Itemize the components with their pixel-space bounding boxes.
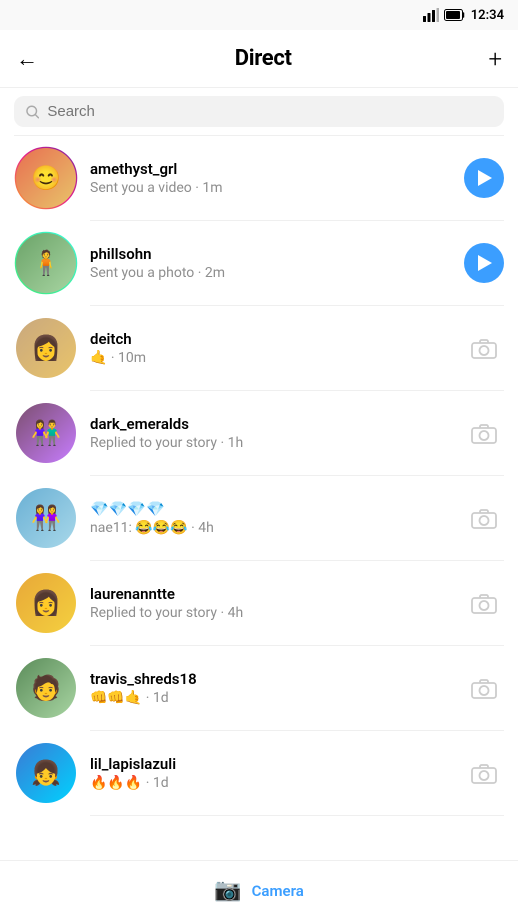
camera-button[interactable] [464,753,504,793]
page-title: Direct [235,46,292,71]
camera-button[interactable] [464,668,504,708]
message-preview: nae11: 😂😂😂 · 4h [90,520,464,536]
camera-button[interactable] [464,328,504,368]
message-content: phillsohn Sent you a photo · 2m [90,245,464,281]
message-content: travis_shreds18 👊👊🤙 · 1d [90,670,464,706]
message-content: deitch 🤙 · 10m [90,330,464,366]
search-input[interactable] [47,103,492,120]
message-list: 😊 amethyst_grl Sent you a video · 1m 🧍 phill… [0,136,518,854]
header: ← Direct + [0,30,518,88]
search-bar [0,88,518,135]
avatar-image: 👭 [16,488,76,548]
bottom-bar[interactable]: 📷 Camera [0,860,518,920]
avatar-image: 👧 [16,743,76,803]
message-username: amethyst_grl [90,160,464,178]
add-button[interactable]: + [488,45,502,73]
battery-icon [444,9,466,21]
camera-bottom-label: Camera [252,882,304,900]
message-content: lil_lapislazuli 🔥🔥🔥 · 1d [90,755,464,791]
search-icon [26,105,39,119]
message-username: lil_lapislazuli [90,755,464,773]
status-bar: 12:34 [0,0,518,30]
play-triangle-icon [478,170,492,186]
message-content: dark_emeralds Replied to your story · 1h [90,415,464,451]
camera-icon [471,422,497,444]
message-content: 💎💎💎💎 nae11: 😂😂😂 · 4h [90,500,464,536]
avatar-image: 🧑 [16,658,76,718]
list-item[interactable]: 🧍 phillsohn Sent you a photo · 2m [0,221,518,305]
message-preview: 👊👊🤙 · 1d [90,690,464,706]
message-preview: Sent you a video · 1m [90,180,464,196]
camera-bottom-icon: 📷 [214,878,241,903]
play-button[interactable] [464,243,504,283]
camera-icon [471,677,497,699]
list-item[interactable]: 🧑 travis_shreds18 👊👊🤙 · 1d [0,646,518,730]
camera-icon [471,762,497,784]
play-triangle-icon [478,255,492,271]
camera-icon [471,592,497,614]
list-item[interactable]: 👫 dark_emeralds Replied to your story · 1h [0,391,518,475]
message-username: laurenanntte [90,585,464,603]
avatar-image: 😊 [16,148,76,208]
message-content: laurenanntte Replied to your story · 4h [90,585,464,621]
message-username: phillsohn [90,245,464,263]
divider [90,815,504,816]
list-item[interactable]: 👭 💎💎💎💎 nae11: 😂😂😂 · 4h [0,476,518,560]
message-preview: Replied to your story · 4h [90,605,464,621]
avatar: 👩 [14,316,78,380]
search-input-wrap[interactable] [14,96,504,127]
list-item[interactable]: 👧 lil_lapislazuli 🔥🔥🔥 · 1d [0,731,518,815]
camera-button[interactable] [464,583,504,623]
avatar: 👭 [14,486,78,550]
avatar-image: 👫 [16,403,76,463]
avatar-image: 🧍 [16,233,76,293]
message-username: travis_shreds18 [90,670,464,688]
avatar: 👩 [14,571,78,635]
message-preview: Sent you a photo · 2m [90,265,464,281]
message-preview: 🔥🔥🔥 · 1d [90,775,464,791]
message-content: amethyst_grl Sent you a video · 1m [90,160,464,196]
camera-icon [471,507,497,529]
list-item[interactable]: 👩 deitch 🤙 · 10m [0,306,518,390]
avatar: 👫 [14,401,78,465]
status-time: 12:34 [471,8,504,23]
avatar: 🧑 [14,656,78,720]
message-preview: Replied to your story · 1h [90,435,464,451]
avatar-image: 👩 [16,318,76,378]
back-button[interactable]: ← [16,46,38,72]
avatar: 👧 [14,741,78,805]
camera-button[interactable] [464,498,504,538]
message-username: dark_emeralds [90,415,464,433]
avatar: 😊 [14,146,78,210]
message-username: deitch [90,330,464,348]
avatar: 🧍 [14,231,78,295]
avatar-image: 👩 [16,573,76,633]
signal-icon [423,8,439,22]
status-icons: 12:34 [423,8,504,23]
camera-icon [471,337,497,359]
message-preview: 🤙 · 10m [90,350,464,366]
list-item[interactable]: 😊 amethyst_grl Sent you a video · 1m [0,136,518,220]
play-button[interactable] [464,158,504,198]
message-username: 💎💎💎💎 [90,500,464,518]
camera-button[interactable] [464,413,504,453]
list-item[interactable]: 👩 laurenanntte Replied to your story · 4h [0,561,518,645]
